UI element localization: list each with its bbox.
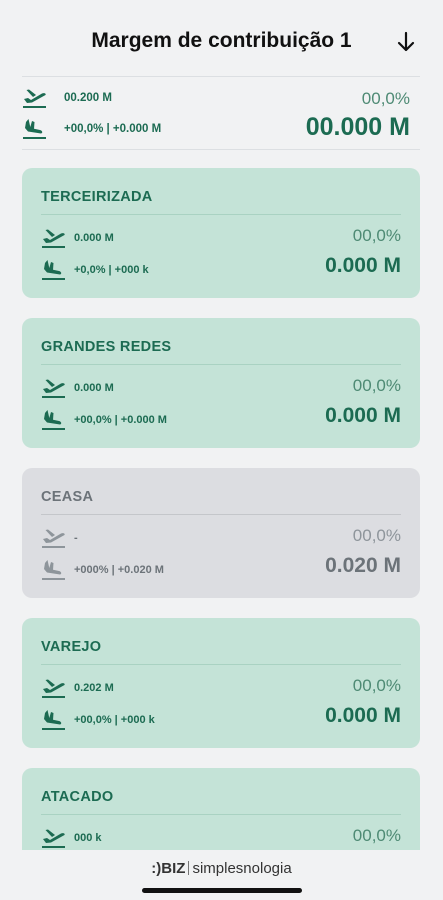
segment-departure-value: - (74, 532, 78, 544)
segment-departure-row: 000 k 00,0% (41, 824, 401, 852)
segment-total: 0.000 M (325, 404, 401, 427)
segment-card[interactable]: VAREJO 0.202 M 00,0% +00,0% | +000 k 0.000 M (22, 618, 420, 748)
segment-arrival-row: +000% | +0.020 M 0.020 M (41, 554, 401, 584)
segment-departure-row: 0.000 M 00,0% (41, 224, 401, 252)
plane-arrival-icon (41, 408, 67, 432)
segment-departure-row: 0.000 M 00,0% (41, 374, 401, 402)
segment-departure-value: 000 k (74, 832, 102, 844)
plane-departure-icon (41, 676, 67, 700)
plane-departure-icon (22, 86, 48, 110)
plane-departure-icon (41, 376, 67, 400)
summary-row[interactable]: 00.200 M 00,0% +00,0% | +0.000 M 00.000 … (22, 76, 420, 150)
segment-percent: 00,0% (352, 676, 401, 695)
summary-departure-value: 00.200 M (64, 92, 112, 104)
plane-arrival-icon (41, 258, 67, 282)
segment-total: 0.020 M (325, 554, 401, 577)
brand-logo: :)BIZ (151, 860, 186, 877)
card-divider (41, 514, 401, 515)
segment-percent: 00,0% (352, 376, 401, 395)
summary-total: 00.000 M (305, 113, 410, 141)
app-header: Margem de contribuição 1 (0, 0, 443, 76)
segment-departure-value: 0.000 M (74, 232, 114, 244)
segment-percent: 00,0% (352, 526, 401, 545)
segment-departure-value: 0.202 M (74, 682, 114, 694)
segment-title: GRANDES REDES (41, 339, 172, 355)
summary-percent: 00,0% (361, 89, 410, 108)
segment-title: ATACADO (41, 789, 114, 805)
card-divider (41, 664, 401, 665)
segment-card[interactable]: GRANDES REDES 0.000 M 00,0% +00,0% | +0.000… (22, 318, 420, 448)
segment-total: 0.000 M (325, 254, 401, 277)
summary-arrival-row: +00,0% | +0.000 M 00.000 M (22, 113, 420, 143)
segment-percent: 00,0% (352, 826, 401, 845)
brand: :)BIZ simplesnologia (0, 860, 443, 877)
home-indicator[interactable] (142, 888, 302, 893)
segment-percent: 00,0% (352, 226, 401, 245)
plane-departure-icon (41, 526, 67, 550)
segment-total: 0.000 M (325, 704, 401, 727)
segment-title: TERCEIRIZADA (41, 189, 153, 205)
segment-departure-row: - 00,0% (41, 524, 401, 552)
segment-arrival-row: +00,0% | +0.000 M 0.000 M (41, 404, 401, 434)
plane-arrival-icon (41, 708, 67, 732)
segment-arrival-row: +00,0% | +000 k 0.000 M (41, 704, 401, 734)
brand-divider (188, 861, 190, 875)
card-divider (41, 814, 401, 815)
segment-departure-value: 0.000 M (74, 382, 114, 394)
segment-card[interactable]: CEASA - 00,0% +000% | +0.020 M 0.020 M (22, 468, 420, 598)
summary-arrival-value: +00,0% | +0.000 M (64, 123, 162, 135)
segment-arrival-value: +000% | +0.020 M (74, 564, 164, 576)
segment-title: VAREJO (41, 639, 102, 655)
plane-departure-icon (41, 226, 67, 250)
plane-arrival-icon (22, 117, 48, 141)
segment-title: CEASA (41, 489, 94, 505)
page-title: Margem de contribuição 1 (91, 29, 352, 52)
segment-arrival-value: +0,0% | +000 k (74, 264, 149, 276)
summary-departure-row: 00.200 M 00,0% (22, 84, 420, 112)
card-divider (41, 214, 401, 215)
card-divider (41, 364, 401, 365)
segment-card[interactable]: TERCEIRIZADA 0.000 M 00,0% +0,0% | +000 k 0.… (22, 168, 420, 298)
plane-departure-icon (41, 826, 67, 850)
plane-arrival-icon (41, 558, 67, 582)
footer: :)BIZ simplesnologia (0, 850, 443, 900)
segment-arrival-row: +0,0% | +000 k 0.000 M (41, 254, 401, 284)
arrow-down-icon[interactable] (395, 30, 417, 54)
brand-name: simplesnologia (192, 860, 292, 877)
segment-arrival-value: +00,0% | +000 k (74, 714, 155, 726)
segment-arrival-value: +00,0% | +0.000 M (74, 414, 167, 426)
segment-departure-row: 0.202 M 00,0% (41, 674, 401, 702)
